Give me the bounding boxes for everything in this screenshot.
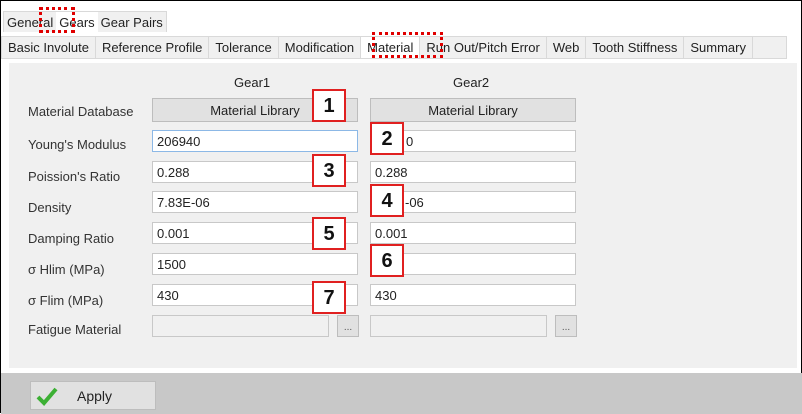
tab-tolerance[interactable]: Tolerance: [209, 37, 279, 58]
gear2-header: Gear2: [453, 75, 490, 90]
annotation-3: 3: [312, 154, 346, 187]
label-damping-ratio: Damping Ratio: [28, 231, 114, 246]
check-icon: [36, 387, 58, 406]
gear2-poissons-ratio-input[interactable]: 0.288: [370, 161, 576, 183]
highlight-material: [372, 32, 443, 58]
gear2-fatigue-browse-button[interactable]: ...: [555, 315, 577, 337]
label-poissons-ratio: Poission's Ratio: [28, 169, 121, 184]
tab-summary[interactable]: Summary: [684, 37, 753, 58]
gear1-fatigue-material-input[interactable]: [152, 315, 329, 337]
label-fatigue-material: Fatigue Material: [28, 322, 122, 337]
label-sigma-flim: σ Flim (MPa): [28, 293, 104, 308]
highlight-gears: [39, 7, 75, 33]
tab-modification[interactable]: Modification: [279, 37, 362, 58]
tab-reference-profile[interactable]: Reference Profile: [96, 37, 210, 58]
apply-label: Apply: [77, 388, 113, 404]
top-tab-bar: General Gears Gear Pairs: [3, 11, 167, 32]
label-youngs-modulus: Young's Modulus: [28, 137, 127, 152]
gear2-material-library-button[interactable]: Material Library: [370, 98, 576, 122]
gear2-sigma-flim-input[interactable]: 430: [370, 284, 576, 306]
tab-gear-pairs[interactable]: Gear Pairs: [98, 12, 166, 32]
annotation-7: 7: [312, 281, 346, 314]
tab-basic-involute[interactable]: Basic Involute: [2, 37, 96, 58]
gear2-fatigue-material-input[interactable]: [370, 315, 547, 337]
apply-button[interactable]: Apply: [30, 381, 156, 410]
annotation-1: 1: [312, 89, 346, 122]
label-sigma-hlim: σ Hlim (MPa): [28, 262, 105, 277]
gear1-sigma-hlim-input[interactable]: 1500: [152, 253, 358, 275]
tab-tooth-stiffness[interactable]: Tooth Stiffness: [586, 37, 685, 58]
gear2-damping-ratio-input[interactable]: 0.001: [370, 222, 576, 244]
gear1-youngs-modulus-input[interactable]: 206940: [152, 130, 358, 152]
label-density: Density: [28, 200, 72, 215]
gear1-header: Gear1: [234, 75, 271, 90]
annotation-5: 5: [312, 217, 346, 250]
gear1-density-input[interactable]: 7.83E-06: [152, 191, 358, 213]
gear1-fatigue-browse-button[interactable]: ...: [337, 315, 359, 337]
annotation-6: 6: [370, 244, 404, 277]
tab-web[interactable]: Web: [547, 37, 587, 58]
annotation-2: 2: [370, 122, 404, 155]
label-material-database: Material Database: [28, 104, 134, 119]
annotation-4: 4: [370, 184, 404, 217]
